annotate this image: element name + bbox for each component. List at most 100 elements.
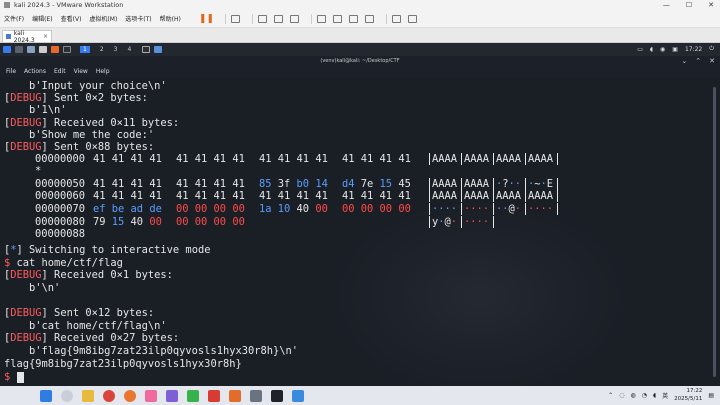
- wifi-icon[interactable]: ◔: [642, 392, 647, 399]
- close-icon[interactable]: ✕: [708, 1, 714, 9]
- screen-icon[interactable]: ▭: [637, 46, 643, 53]
- send-keys-icon[interactable]: [230, 14, 240, 23]
- hexdump-ascii-char: A: [450, 190, 458, 202]
- menu-view[interactable]: 查看(V): [61, 14, 82, 23]
- scrollbar-thumb[interactable]: [713, 87, 716, 377]
- hexdump-ascii-divider: [429, 153, 430, 165]
- minimize-icon[interactable]: —: [663, 1, 670, 9]
- terminal-menu-help[interactable]: Help: [96, 68, 110, 75]
- workspace-3[interactable]: 3: [114, 46, 118, 53]
- volume-icon[interactable]: ◖: [653, 392, 656, 399]
- menu-edit[interactable]: 编辑(E): [32, 14, 52, 23]
- hexdump-ascii-char: ·: [482, 216, 490, 228]
- stretch-view-icon[interactable]: [407, 14, 417, 23]
- terminal-minimize-icon[interactable]: ⌄: [681, 56, 687, 66]
- vmware-taskbar-icon[interactable]: [250, 389, 262, 402]
- vm-tab-label: kali 2024.3: [13, 29, 35, 44]
- shell-prompt[interactable]: $: [4, 371, 10, 383]
- hexdump-byte: 41: [176, 190, 189, 202]
- terminal-launcher-icon[interactable]: [63, 46, 71, 53]
- notifications-icon[interactable]: ▤: [708, 392, 714, 399]
- app-pink-icon[interactable]: [145, 389, 157, 402]
- library-icon[interactable]: [316, 14, 326, 23]
- firefox-taskbar-icon[interactable]: [124, 389, 136, 402]
- close-tab-icon[interactable]: ×: [43, 33, 48, 40]
- hexdump-ascii-char: ·: [546, 203, 554, 215]
- terminal-menu-edit[interactable]: Edit: [54, 68, 66, 75]
- power-icon[interactable]: ⏻: [709, 45, 714, 53]
- desktop-icon[interactable]: [15, 46, 23, 53]
- hexdump-ascii-char: A: [482, 178, 490, 190]
- notification-icon[interactable]: ◉: [660, 46, 665, 53]
- kali-menu-icon[interactable]: [3, 46, 11, 53]
- ime-indicator[interactable]: 英: [662, 391, 668, 400]
- hexdump-byte: 41: [149, 178, 162, 190]
- chrome-icon[interactable]: [103, 389, 115, 402]
- console-view-icon[interactable]: [391, 14, 401, 23]
- file-explorer-icon[interactable]: [82, 389, 94, 402]
- taskbar-clock[interactable]: 17:22 2025/5/11: [674, 387, 702, 403]
- hexdump-byte: 00: [360, 203, 374, 215]
- firefox-icon[interactable]: [51, 46, 59, 53]
- text-editor-icon[interactable]: [39, 46, 47, 53]
- wps-icon[interactable]: [208, 389, 220, 402]
- terminal-scrollbar[interactable]: [709, 77, 720, 386]
- tray-app-icon[interactable]: ◌: [619, 392, 624, 399]
- speaker-icon[interactable]: ◖: [650, 46, 653, 53]
- menu-file[interactable]: 文件(F): [4, 14, 24, 23]
- network-task-icon[interactable]: [154, 46, 163, 53]
- hexdump-byte: 41: [277, 153, 291, 165]
- workspace-1[interactable]: 1: [80, 46, 90, 53]
- pause-icon[interactable]: ❚❚: [199, 14, 214, 24]
- hexdump-byte: 00: [213, 216, 227, 228]
- hexdump-offset: 00000080: [35, 216, 86, 228]
- hexdump-offset: 00000000: [35, 153, 86, 165]
- hexdump-ascii-divider: [429, 190, 430, 202]
- terminal-taskbar-icon[interactable]: [271, 389, 283, 402]
- hexdump-ascii-char: A: [450, 178, 458, 190]
- hexdump-ascii-divider: [557, 190, 558, 202]
- workspace-4[interactable]: 4: [127, 46, 131, 53]
- app-blue-icon[interactable]: [292, 389, 304, 402]
- terminal-menu-file[interactable]: File: [6, 68, 16, 75]
- hexdump-byte: 1a: [259, 203, 272, 215]
- lock-icon[interactable]: ▣: [672, 46, 678, 53]
- hexdump-byte: 00: [232, 216, 245, 228]
- search-icon[interactable]: [61, 389, 73, 402]
- file-manager-icon[interactable]: [27, 46, 35, 53]
- taskbar-date: 2025/5/11: [674, 396, 703, 402]
- menu-tabs[interactable]: 选项卡(T): [125, 14, 151, 23]
- snapshot-manager-icon[interactable]: [289, 14, 299, 23]
- toolbar-separator: [385, 13, 387, 24]
- hexdump-byte: 00: [398, 203, 411, 215]
- maximize-icon[interactable]: ☐: [686, 1, 692, 9]
- fullscreen-icon[interactable]: [348, 14, 358, 23]
- tray-app-icon[interactable]: ◍: [630, 392, 635, 399]
- terminal-menu-view[interactable]: View: [74, 68, 88, 75]
- terminal-line: b'Input your choice\n': [4, 80, 167, 92]
- snapshot-icon[interactable]: [257, 14, 267, 23]
- tray-overflow-icon[interactable]: ⌃: [608, 392, 613, 399]
- terminal-menu-actions[interactable]: Actions: [24, 68, 46, 75]
- hexdump-ascii-char: ·: [482, 203, 490, 215]
- hexdump-ascii-divider: [429, 216, 430, 228]
- hexdump-byte: d4: [342, 178, 355, 190]
- thumbnail-icon[interactable]: [332, 14, 342, 23]
- terminal-line: b'cat home/ctf/flag\n': [4, 320, 167, 332]
- terminal-close-icon[interactable]: ✕: [709, 56, 715, 66]
- workspace-2[interactable]: 2: [100, 46, 104, 53]
- hexdump-byte: b0: [296, 178, 310, 190]
- menu-help[interactable]: 帮助(H): [160, 14, 181, 23]
- windows-start-icon[interactable]: [40, 389, 52, 402]
- app-purple-icon[interactable]: [166, 389, 178, 402]
- revert-snapshot-icon[interactable]: [273, 14, 283, 23]
- terminal-output[interactable]: b'Input your choice\n' [DEBUG] Sent 0×2 …: [0, 77, 709, 386]
- terminal-maximize-icon[interactable]: ⌃: [695, 56, 701, 66]
- vm-tab-kali[interactable]: kali 2024.3 ×: [2, 29, 52, 44]
- wechat-icon[interactable]: [187, 389, 199, 402]
- terminal-line: [DEBUG] Sent 0×12 bytes:: [4, 307, 155, 319]
- unity-icon[interactable]: [364, 14, 374, 23]
- terminal-task-icon[interactable]: [142, 46, 151, 53]
- app-orange-icon[interactable]: [229, 389, 241, 402]
- menu-vm[interactable]: 虚拟机(M): [89, 14, 117, 23]
